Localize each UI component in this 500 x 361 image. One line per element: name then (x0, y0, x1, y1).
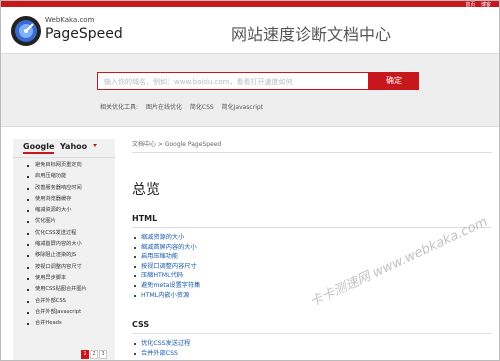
search-zone: 输入你的域名，例如：www.baidu.com，看看打开速度如何 确定 相关优化… (1, 54, 499, 127)
section-divider (132, 227, 492, 228)
pagespeed-logo-icon[interactable] (9, 14, 43, 48)
sidebar-item[interactable]: 启用压缩功能 (25, 171, 115, 182)
section-divider (132, 333, 492, 334)
page-3-button[interactable]: 3 (99, 350, 107, 359)
sidebar-item[interactable]: 优化CSS发送过程 (25, 228, 115, 239)
sidebar-item[interactable]: 使用异步脚本 (25, 273, 115, 284)
page-1-button[interactable]: 1 (81, 350, 89, 359)
sidebar-item[interactable]: 合并外部CSS (25, 296, 115, 307)
section-heading-html: HTML (132, 214, 158, 223)
css-link-list: 优化CSS发送过程 合并外部CSS (132, 339, 190, 358)
breadcrumb[interactable]: 文档中心 > Google PageSpeed (132, 139, 492, 148)
doc-link[interactable]: HTML内嵌小资源 (132, 291, 200, 301)
sidebar-item[interactable]: 改善服务器响应时间 (25, 183, 115, 194)
brand-domain: WebKaka.com (45, 16, 95, 24)
tools-label: 相关优化工具: (100, 104, 139, 111)
site-title: 网站速度诊断文档中心 (231, 25, 392, 44)
sidebar-item[interactable]: 缩减首屏内容的大小 (25, 239, 115, 250)
sidebar-item[interactable]: 避免目标网页重定向 (25, 160, 115, 171)
divider (132, 152, 492, 153)
sidebar-list: 避免目标网页重定向 启用压缩功能 改善服务器响应时间 使用浏览器缓存 缩减资源的… (13, 158, 115, 329)
search-button[interactable]: 确定 (369, 72, 419, 90)
tab-yahoo[interactable]: Yahoo (60, 142, 87, 151)
related-tools: 相关优化工具: 图片在线优化 简化CSS 简化Javascript (100, 102, 269, 111)
brand-name[interactable]: PageSpeed (45, 26, 123, 42)
sidebar-item[interactable]: 优化图片 (25, 216, 115, 227)
search-input[interactable]: 输入你的域名，例如：www.baidu.com，看看打开速度如何 (97, 72, 369, 90)
doc-link[interactable]: 缩减资源的大小 (132, 233, 200, 243)
doc-link[interactable]: 合并外部CSS (132, 349, 190, 359)
sidebar-item[interactable]: 缩减资源的大小 (25, 205, 115, 216)
sidebar-item[interactable]: 合并外部Javascript (25, 307, 115, 318)
tool-link-image[interactable]: 图片在线优化 (146, 104, 182, 111)
main-content: 文档中心 > Google PageSpeed 总览 HTML 缩减资源的大小 … (132, 139, 492, 357)
page-2-button[interactable]: 2 (90, 350, 98, 359)
header: WebKaka.com PageSpeed 网站速度诊断文档中心 (1, 7, 499, 54)
doc-link[interactable]: 避免meta设置字符集 (132, 281, 200, 291)
doc-link[interactable]: 缩减首屏内容的大小 (132, 243, 200, 253)
doc-link[interactable]: 优化CSS发送过程 (132, 339, 190, 349)
tool-link-css[interactable]: 简化CSS (190, 104, 214, 111)
tab-google[interactable]: Google (23, 142, 55, 154)
doc-link[interactable]: 压缩HTML代码 (132, 271, 200, 281)
sidebar-item[interactable]: 使用CSS贴图合并图片 (25, 284, 115, 295)
watermark: 卡卡测速网 www.webkaka.com (307, 214, 490, 311)
sidebar-item[interactable]: 按视口调整内容尺寸 (25, 262, 115, 273)
dropdown-arrow-icon[interactable] (93, 144, 97, 147)
sidebar-item[interactable]: 移除阻止渲染的JS (25, 250, 115, 261)
doc-link[interactable]: 启用压缩功能 (132, 252, 200, 262)
html-link-list: 缩减资源的大小 缩减首屏内容的大小 启用压缩功能 按视口调整内容尺寸 压缩HTM… (132, 233, 200, 300)
tool-link-js[interactable]: 简化Javascript (222, 104, 263, 111)
page-frame: 首页 博客 WebKaka.com PageSpeed 网站速度诊断文档中心 输… (0, 0, 500, 361)
sidebar-pager: 123 (81, 350, 108, 359)
page-title: 总览 (132, 182, 160, 198)
sidebar-item[interactable]: 合并Heads (25, 318, 115, 329)
doc-link[interactable]: 按视口调整内容尺寸 (132, 262, 200, 272)
section-heading-css: CSS (132, 320, 150, 329)
sidebar-item[interactable]: 使用浏览器缓存 (25, 194, 115, 205)
engine-tabs: Google Yahoo (13, 139, 115, 158)
sidebar: Google Yahoo 避免目标网页重定向 启用压缩功能 改善服务器响应时间 … (13, 139, 115, 360)
